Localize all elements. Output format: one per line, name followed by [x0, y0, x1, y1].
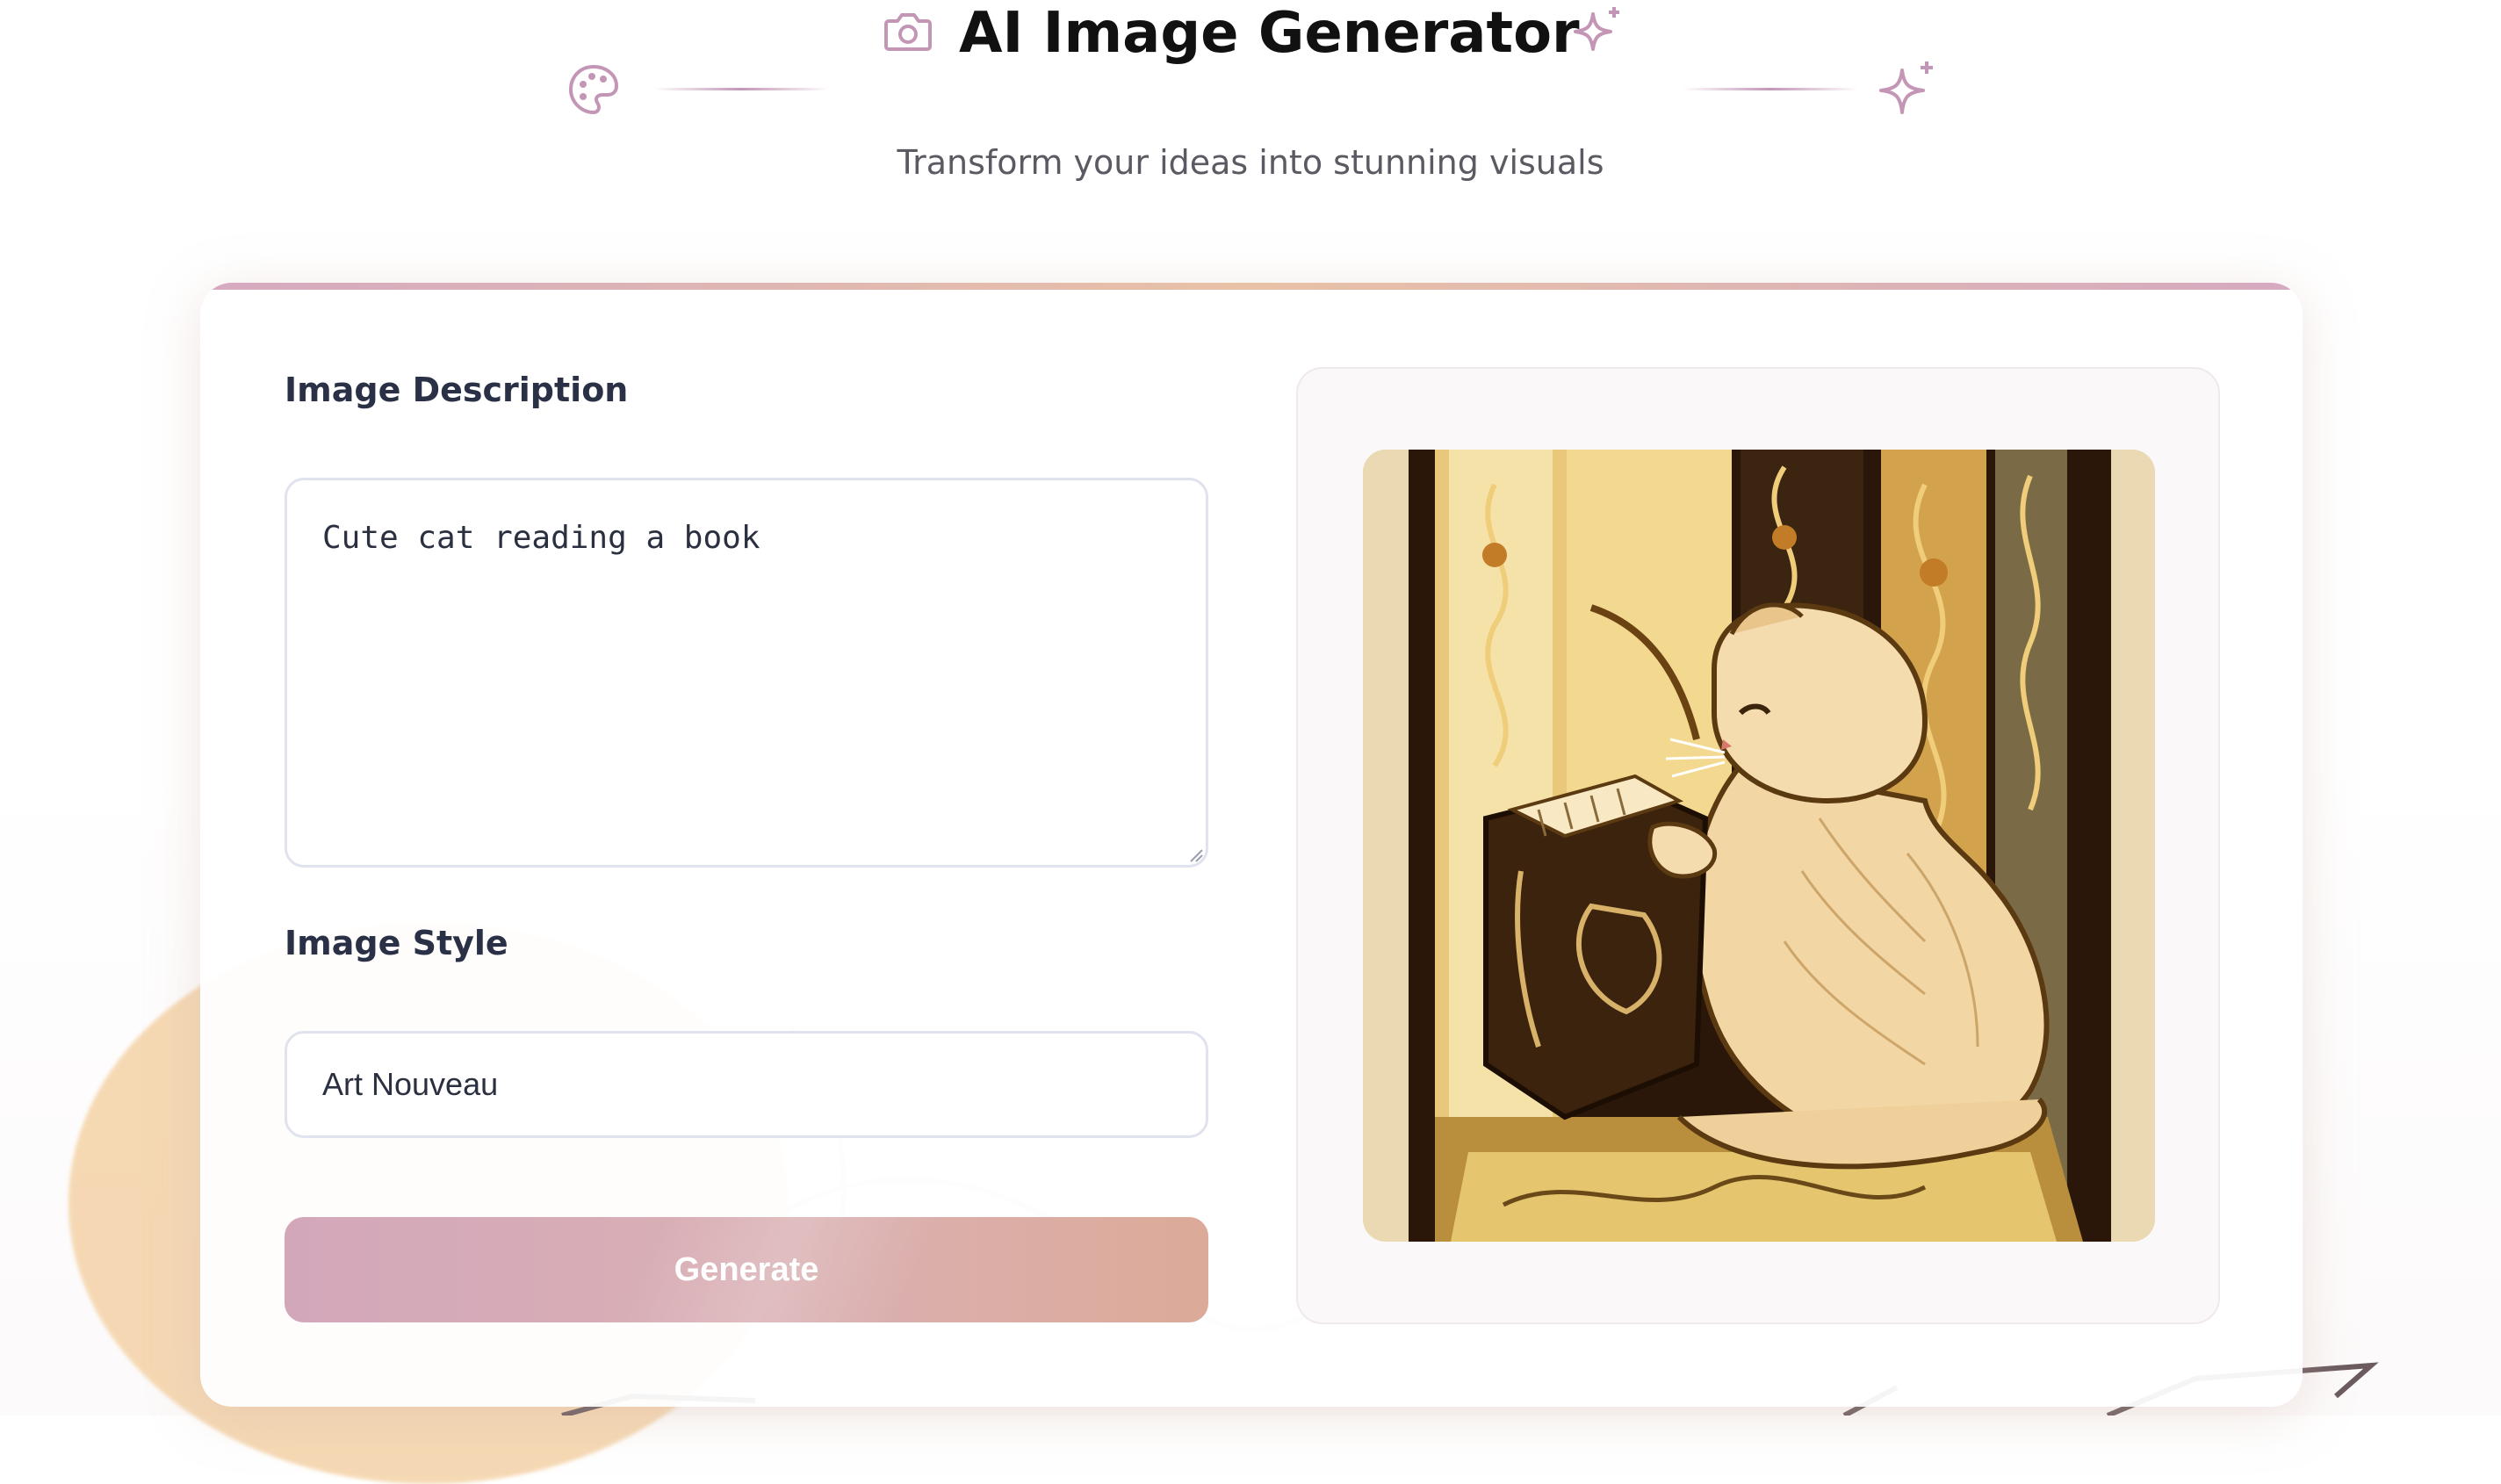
page-subtitle: Transform your ideas into stunning visua…	[897, 143, 1604, 182]
camera-icon	[884, 13, 932, 51]
sparkle-icon	[1574, 7, 1619, 51]
preview-panel	[1296, 367, 2220, 1324]
description-textarea[interactable]: Cute cat reading a book	[285, 478, 1208, 868]
style-input[interactable]	[285, 1031, 1208, 1138]
cat-illustration	[1363, 450, 2155, 1242]
description-label: Image Description	[285, 371, 629, 409]
palette-icon	[568, 64, 619, 115]
page-header: AI Image Generator Transform your ideas …	[0, 0, 2501, 228]
header-divider-right	[1683, 88, 1858, 90]
style-label: Image Style	[285, 924, 508, 962]
generated-image[interactable]	[1363, 450, 2155, 1242]
generator-card: Image Description Cute cat reading a boo…	[200, 283, 2303, 1407]
generate-button[interactable]: Generate	[285, 1217, 1208, 1322]
sparkle-icon	[1879, 61, 1933, 114]
app-title: AI Image Generator	[959, 1, 1580, 66]
card-accent-bar	[200, 283, 2303, 290]
generate-button-label: Generate	[674, 1250, 819, 1288]
header-divider-left	[653, 88, 829, 90]
resize-grip-icon[interactable]	[1187, 846, 1203, 862]
